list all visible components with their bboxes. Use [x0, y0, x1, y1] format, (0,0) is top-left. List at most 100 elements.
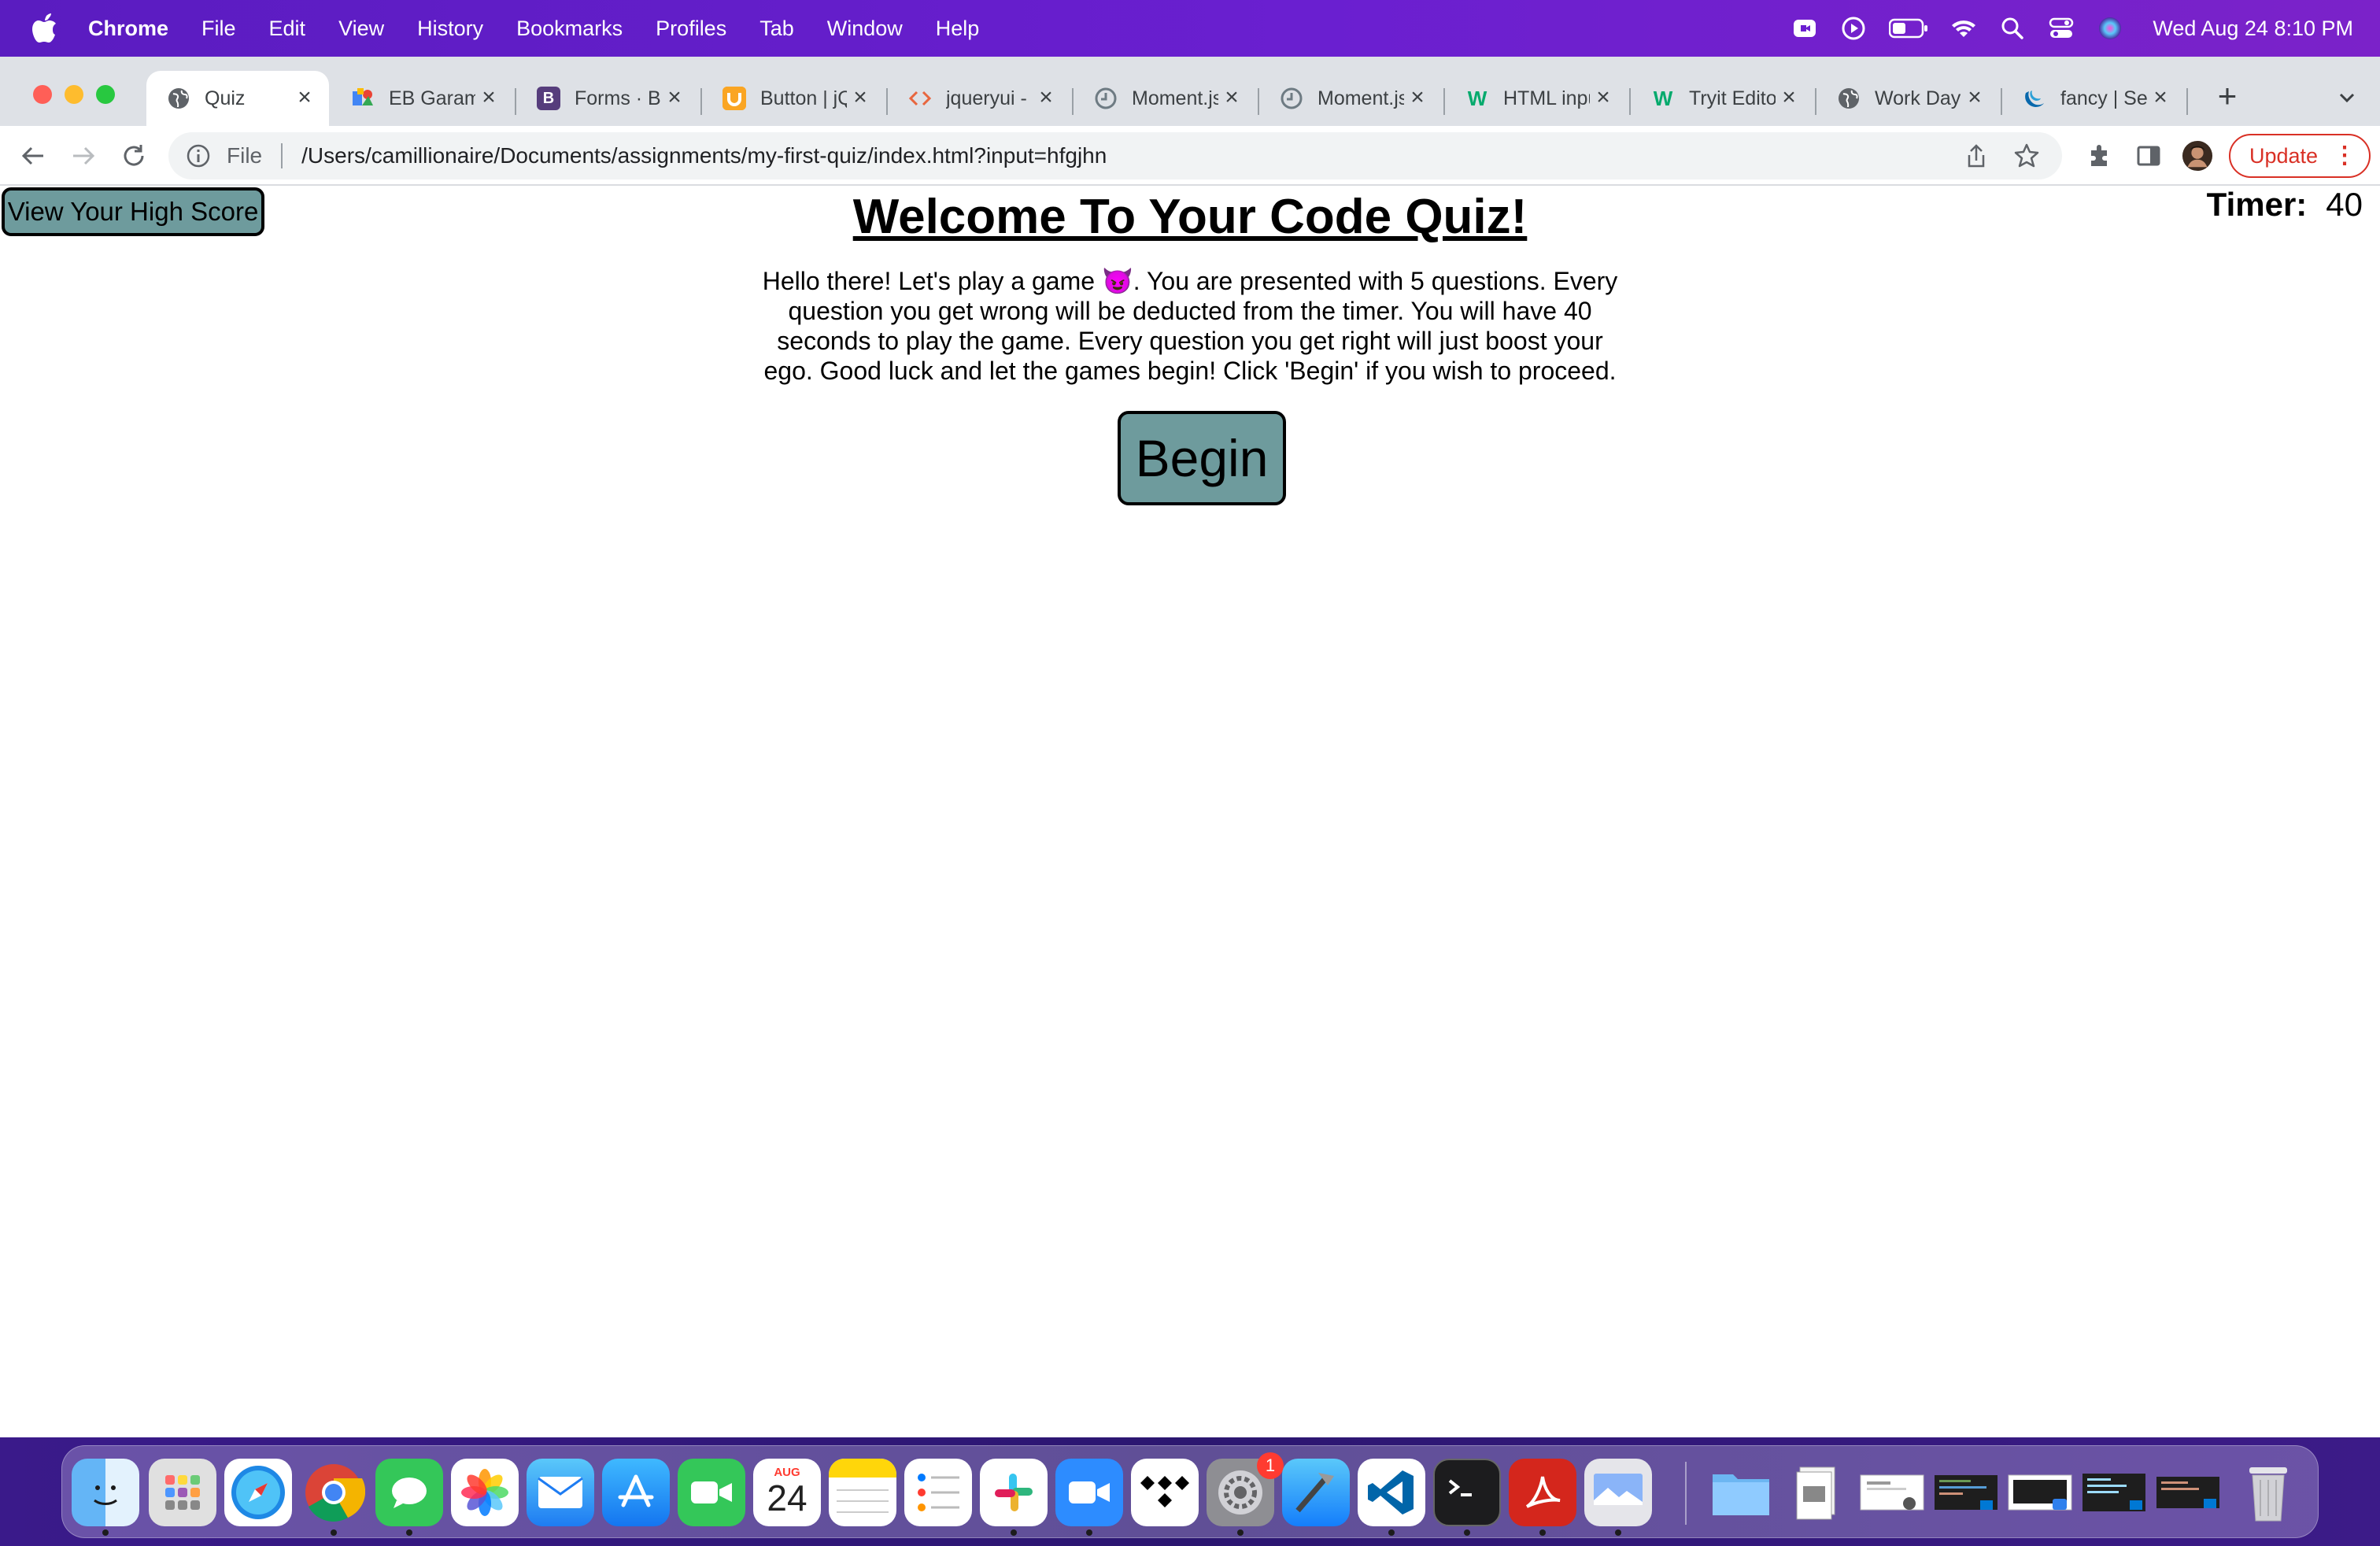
tab-work-day[interactable]: Work Day ×: [1816, 71, 1999, 126]
terminal-icon[interactable]: [1433, 1459, 1501, 1526]
tab-bootstrap-forms[interactable]: B Forms · Bootstrap ×: [516, 71, 699, 126]
spotlight-search-icon[interactable]: [1998, 14, 2027, 43]
menu-help[interactable]: Help: [936, 17, 980, 41]
apple-menu-icon[interactable]: [31, 13, 58, 43]
screenshot-thumbnail-icon[interactable]: [2154, 1459, 2222, 1526]
window-close-button[interactable]: [33, 85, 52, 104]
calendar-icon[interactable]: AUG 24: [753, 1459, 821, 1526]
reload-icon: [124, 145, 144, 166]
menu-view[interactable]: View: [338, 17, 384, 41]
screen-record-icon[interactable]: [1791, 14, 1819, 43]
tab-close-icon[interactable]: ×: [294, 86, 315, 109]
notes-icon[interactable]: [829, 1459, 896, 1526]
wifi-icon[interactable]: [1949, 14, 1978, 43]
menu-bookmarks[interactable]: Bookmarks: [516, 17, 623, 41]
tab-close-icon[interactable]: ×: [1593, 86, 1613, 109]
begin-button[interactable]: Begin: [1118, 411, 1286, 505]
battery-icon[interactable]: [1888, 14, 1929, 43]
zoom-icon[interactable]: [1055, 1459, 1123, 1526]
vscode-icon[interactable]: [1358, 1459, 1425, 1526]
tab-eb-garamond[interactable]: EB Garamond ×: [331, 71, 513, 126]
play-circle-icon[interactable]: [1839, 14, 1868, 43]
reminders-icon[interactable]: [904, 1459, 972, 1526]
menu-tab[interactable]: Tab: [759, 17, 794, 41]
tab-close-icon[interactable]: ×: [664, 86, 685, 109]
url-scheme-label: File: [227, 143, 263, 168]
window-zoom-button[interactable]: [96, 85, 115, 104]
code-icon: [908, 87, 932, 110]
new-tab-button[interactable]: +: [2208, 79, 2246, 117]
menu-edit[interactable]: Edit: [269, 17, 306, 41]
safari-icon[interactable]: [224, 1459, 292, 1526]
tab-moment-2[interactable]: Moment.js ×: [1259, 71, 1442, 126]
photos-icon[interactable]: [451, 1459, 519, 1526]
forward-button[interactable]: [68, 140, 99, 172]
siri-icon[interactable]: [2096, 14, 2124, 43]
app-store-icon[interactable]: [602, 1459, 670, 1526]
menu-history[interactable]: History: [417, 17, 483, 41]
update-button[interactable]: Update ⋮: [2229, 134, 2371, 178]
chrome-icon[interactable]: [300, 1459, 368, 1526]
chevron-down-icon[interactable]: [2331, 82, 2363, 113]
bootstrap-icon: B: [537, 87, 560, 110]
xcode-icon[interactable]: [1282, 1459, 1350, 1526]
screenshot-thumbnail-icon[interactable]: [1932, 1459, 2000, 1526]
view-high-score-button[interactable]: View Your High Score: [2, 187, 264, 236]
tab-quiz[interactable]: Quiz ×: [146, 71, 329, 126]
folder-icon[interactable]: [1707, 1459, 1775, 1526]
menu-window[interactable]: Window: [827, 17, 903, 41]
finder-icon[interactable]: [72, 1459, 139, 1526]
tab-close-icon[interactable]: ×: [2150, 86, 2171, 109]
menu-app-chrome[interactable]: Chrome: [88, 17, 168, 41]
share-icon[interactable]: [1963, 143, 1990, 170]
bookmark-star-icon[interactable]: [2013, 142, 2040, 169]
messages-icon[interactable]: [375, 1459, 443, 1526]
tab-close-icon[interactable]: ×: [850, 86, 870, 109]
trash-icon[interactable]: [2234, 1459, 2302, 1526]
tab-jqueryui[interactable]: jqueryui - ×: [888, 71, 1070, 126]
clock-icon: [1094, 87, 1118, 110]
slack-icon[interactable]: [980, 1459, 1048, 1526]
more-vertical-icon[interactable]: ⋮: [2333, 142, 2356, 170]
tab-close-icon[interactable]: ×: [1036, 86, 1056, 109]
launchpad-icon[interactable]: [149, 1459, 216, 1526]
back-button[interactable]: [17, 140, 49, 172]
tab-moment-1[interactable]: Moment.js ×: [1074, 71, 1256, 126]
tab-close-icon[interactable]: ×: [1221, 86, 1242, 109]
screenshot-thumbnail-icon[interactable]: [1858, 1459, 1926, 1526]
jquery-ui-icon: [722, 87, 746, 110]
control-center-icon[interactable]: [2047, 14, 2075, 43]
running-indicator: [1086, 1529, 1092, 1536]
tidal-icon[interactable]: [1131, 1459, 1199, 1526]
menu-file[interactable]: File: [201, 17, 236, 41]
url-text[interactable]: /Users/camillionaire/Documents/assignmen…: [301, 143, 1107, 168]
tab-jquery-button[interactable]: Button | jQuery UI ×: [702, 71, 885, 126]
tab-tryit-editor[interactable]: W Tryit Editor ×: [1631, 71, 1813, 126]
timer-value: 40: [2326, 186, 2363, 223]
mail-icon[interactable]: [527, 1459, 594, 1526]
profile-avatar[interactable]: [2182, 140, 2213, 172]
tab-close-icon[interactable]: ×: [479, 86, 499, 109]
document-stack-icon[interactable]: [1783, 1459, 1850, 1526]
tab-close-icon[interactable]: ×: [1779, 86, 1799, 109]
reload-button[interactable]: [118, 140, 150, 172]
menu-profiles[interactable]: Profiles: [656, 17, 726, 41]
facetime-icon[interactable]: [678, 1459, 745, 1526]
tab-html-input[interactable]: W HTML input ×: [1445, 71, 1628, 126]
tab-fancy-search[interactable]: fancy | Search ×: [2002, 71, 2185, 126]
info-icon[interactable]: [186, 143, 211, 168]
tab-title: Moment.js: [1318, 87, 1404, 109]
tab-close-icon[interactable]: ×: [1407, 86, 1428, 109]
menubar-clock[interactable]: Wed Aug 24 8:10 PM: [2153, 17, 2353, 41]
tab-close-icon[interactable]: ×: [1964, 86, 1985, 109]
side-panel-icon[interactable]: [2133, 140, 2164, 172]
screenshot-thumbnail-icon[interactable]: [2080, 1459, 2148, 1526]
acrobat-icon[interactable]: [1509, 1459, 1576, 1526]
address-bar[interactable]: File /Users/camillionaire/Documents/assi…: [168, 132, 2062, 179]
extensions-icon[interactable]: [2084, 140, 2116, 172]
window-minimize-button[interactable]: [65, 85, 83, 104]
update-label: Update: [2249, 143, 2319, 168]
tab-title: Quiz: [205, 87, 246, 109]
screenshot-thumbnail-icon[interactable]: [2006, 1459, 2074, 1526]
preview-icon[interactable]: [1584, 1459, 1652, 1526]
